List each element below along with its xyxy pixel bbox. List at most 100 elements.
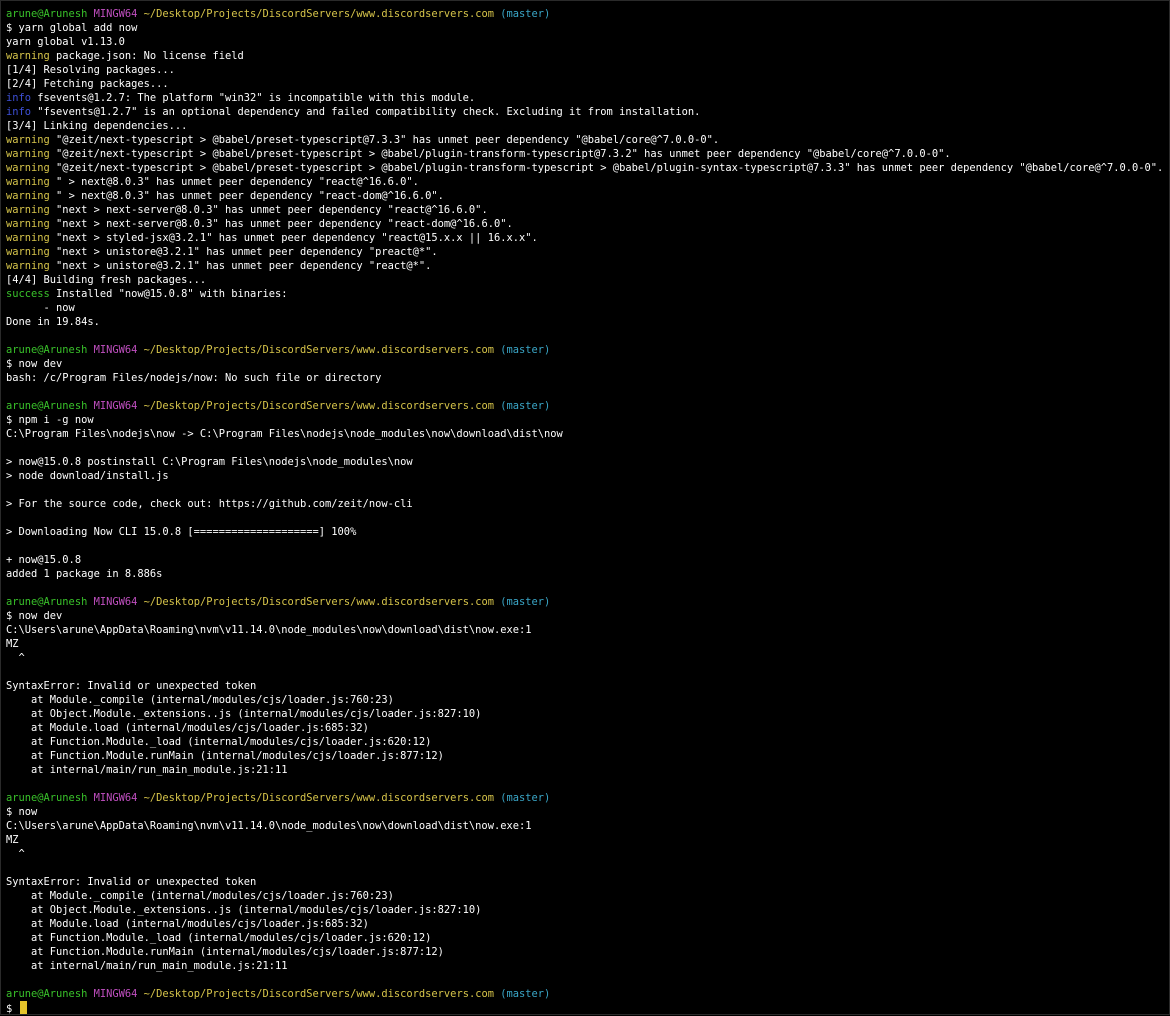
output-line: [2/4] Fetching packages... xyxy=(6,77,1169,91)
output-text: at Module._compile (internal/modules/cjs… xyxy=(6,694,394,706)
command-line: $ now dev xyxy=(6,357,1169,371)
output-line: at Module._compile (internal/modules/cjs… xyxy=(6,889,1169,903)
output-text: C:\Users\arune\AppData\Roaming\nvm\v11.1… xyxy=(6,820,532,832)
output-text: > Downloading Now CLI 15.0.8 [==========… xyxy=(6,526,357,538)
output-text: > node download/install.js xyxy=(6,470,169,482)
command-text: $ yarn global add now xyxy=(6,22,138,34)
output-text: Done in 19.84s. xyxy=(6,316,100,328)
terminal-window[interactable]: arune@Arunesh MINGW64 ~/Desktop/Projects… xyxy=(0,0,1170,1015)
output-text: Installed "now@15.0.8" with binaries: xyxy=(49,288,288,300)
output-line: C:\Users\arune\AppData\Roaming\nvm\v11.1… xyxy=(6,819,1169,833)
output-text: "fsevents@1.2.7" is an optional dependen… xyxy=(31,106,701,118)
output-text: at internal/main/run_main_module.js:21:1… xyxy=(6,764,288,776)
output-text: [3/4] Linking dependencies... xyxy=(6,120,188,132)
output-line: Done in 19.84s. xyxy=(6,315,1169,329)
prompt-git-branch: (master) xyxy=(500,988,551,1000)
output-line: at internal/main/run_main_module.js:21:1… xyxy=(6,763,1169,777)
output-text: SyntaxError: Invalid or unexpected token xyxy=(6,876,257,888)
prompt-git-branch: (master) xyxy=(500,400,551,412)
output-line: yarn global v1.13.0 xyxy=(6,35,1169,49)
prompt-line: arune@Arunesh MINGW64 ~/Desktop/Projects… xyxy=(6,399,1169,413)
output-line: SyntaxError: Invalid or unexpected token xyxy=(6,679,1169,693)
prompt-path: ~/Desktop/Projects/DiscordServers/www.di… xyxy=(143,792,494,804)
command-line: $ npm i -g now xyxy=(6,413,1169,427)
input-line[interactable]: $ xyxy=(6,1001,1169,1015)
output-line: at Module.load (internal/modules/cjs/loa… xyxy=(6,721,1169,735)
output-text: at Function.Module._load (internal/modul… xyxy=(6,932,432,944)
output-text: [2/4] Fetching packages... xyxy=(6,78,169,90)
output-line: [1/4] Resolving packages... xyxy=(6,63,1169,77)
output-text: > now@15.0.8 postinstall C:\Program File… xyxy=(6,456,413,468)
command-line: $ now xyxy=(6,805,1169,819)
output-line: + now@15.0.8 xyxy=(6,553,1169,567)
success-tag: success xyxy=(6,288,50,300)
warning-tag: warning xyxy=(6,232,50,244)
output-text: > For the source code, check out: https:… xyxy=(6,498,413,510)
warning-tag: warning xyxy=(6,134,50,146)
prompt-shell-name: MINGW64 xyxy=(93,988,138,1000)
prompt-user-host: arune@Arunesh xyxy=(6,344,88,356)
output-text: "@zeit/next-typescript > @babel/preset-t… xyxy=(49,162,1164,174)
warning-tag: warning xyxy=(6,218,50,230)
info-line: info "fsevents@1.2.7" is an optional dep… xyxy=(6,105,1169,119)
output-line: at Function.Module.runMain (internal/mod… xyxy=(6,945,1169,959)
output-text: ^ xyxy=(6,652,25,664)
command-text: $ now dev xyxy=(6,610,63,622)
output-line: at Object.Module._extensions..js (intern… xyxy=(6,903,1169,917)
command-text: $ npm i -g now xyxy=(6,414,94,426)
output-line: MZ xyxy=(6,833,1169,847)
output-text: added 1 package in 8.886s xyxy=(6,568,163,580)
prompt-user-host: arune@Arunesh xyxy=(6,596,88,608)
output-text: "next > styled-jsx@3.2.1" has unmet peer… xyxy=(49,232,538,244)
prompt-user-host: arune@Arunesh xyxy=(6,400,88,412)
prompt-git-branch: (master) xyxy=(500,596,551,608)
success-line: success Installed "now@15.0.8" with bina… xyxy=(6,287,1169,301)
output-text: "@zeit/next-typescript > @babel/preset-t… xyxy=(49,134,720,146)
output-text: at Module.load (internal/modules/cjs/loa… xyxy=(6,918,369,930)
command-text: $ now xyxy=(6,806,38,818)
warning-tag: warning xyxy=(6,176,50,188)
output-text: + now@15.0.8 xyxy=(6,554,82,566)
output-text: " > next@8.0.3" has unmet peer dependenc… xyxy=(49,190,444,202)
command-line: $ now dev xyxy=(6,609,1169,623)
warning-line: warning "@zeit/next-typescript > @babel/… xyxy=(6,161,1169,175)
command-prompt-symbol: $ xyxy=(6,1003,19,1015)
output-text: at internal/main/run_main_module.js:21:1… xyxy=(6,960,288,972)
output-line: > For the source code, check out: https:… xyxy=(6,497,1169,511)
output-text: at Function.Module.runMain (internal/mod… xyxy=(6,946,444,958)
output-text: "next > unistore@3.2.1" has unmet peer d… xyxy=(49,246,438,258)
output-text: "next > next-server@8.0.3" has unmet pee… xyxy=(49,204,488,216)
warning-line: warning "next > unistore@3.2.1" has unme… xyxy=(6,245,1169,259)
output-line: ^ xyxy=(6,651,1169,665)
output-line: > now@15.0.8 postinstall C:\Program File… xyxy=(6,455,1169,469)
warning-line: warning "next > styled-jsx@3.2.1" has un… xyxy=(6,231,1169,245)
output-text: SyntaxError: Invalid or unexpected token xyxy=(6,680,257,692)
output-text: MZ xyxy=(6,834,19,846)
output-line: ^ xyxy=(6,847,1169,861)
prompt-shell-name: MINGW64 xyxy=(93,792,138,804)
prompt-shell-name: MINGW64 xyxy=(93,596,138,608)
output-text: at Module.load (internal/modules/cjs/loa… xyxy=(6,722,369,734)
output-text: C:\Program Files\nodejs\now -> C:\Progra… xyxy=(6,428,563,440)
warning-line: warning "next > unistore@3.2.1" has unme… xyxy=(6,259,1169,273)
prompt-git-branch: (master) xyxy=(500,8,551,20)
block-cursor-icon xyxy=(19,1001,27,1014)
warning-line: warning "@zeit/next-typescript > @babel/… xyxy=(6,133,1169,147)
output-line: - now xyxy=(6,301,1169,315)
command-text: $ now dev xyxy=(6,358,63,370)
warning-line: warning " > next@8.0.3" has unmet peer d… xyxy=(6,175,1169,189)
output-line: at Module._compile (internal/modules/cjs… xyxy=(6,693,1169,707)
output-text: yarn global v1.13.0 xyxy=(6,36,125,48)
prompt-user-host: arune@Arunesh xyxy=(6,988,88,1000)
prompt-line: arune@Arunesh MINGW64 ~/Desktop/Projects… xyxy=(6,343,1169,357)
